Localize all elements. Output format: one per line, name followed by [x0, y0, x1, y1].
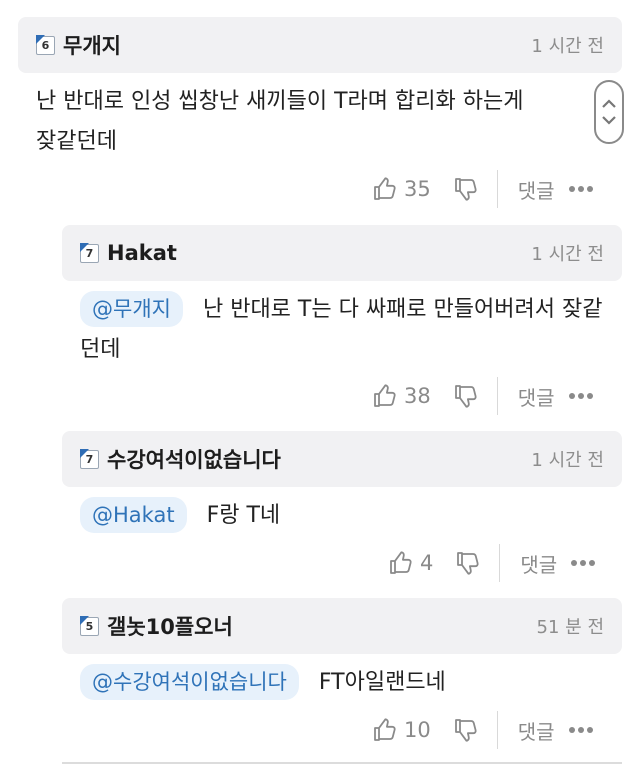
reply-header: 5 갤놋10플오너 51 분 전 [62, 598, 622, 654]
thumbs-down-icon [457, 552, 479, 575]
comment-header: 6 무개지 1 시간 전 [18, 17, 622, 73]
dislike-button[interactable] [453, 383, 479, 409]
comment-actions: 10 댓글 [372, 711, 593, 749]
more-dots-icon[interactable] [571, 560, 596, 566]
comment-actions: 4 댓글 [388, 544, 596, 582]
like-button[interactable]: 10 [372, 717, 431, 743]
chevron-up-icon[interactable] [602, 99, 616, 108]
comment-time: 1 시간 전 [531, 244, 604, 265]
level-badge: 7 [79, 449, 99, 469]
dislike-button[interactable] [453, 176, 479, 202]
thumbs-up-icon [374, 384, 396, 407]
comment-author[interactable]: 무개지 [63, 30, 121, 60]
more-dots-icon[interactable] [568, 727, 593, 733]
thumbs-down-icon [454, 385, 477, 408]
like-count: 35 [404, 177, 431, 201]
more-dots-icon[interactable] [568, 186, 593, 192]
comment-text: @무개지 난 반대로 T는 다 싸패로 만들어버려서 잦같 던데 [80, 290, 625, 370]
thumbs-up-icon [390, 551, 412, 574]
reply-button[interactable]: 댓글 [520, 549, 557, 578]
comment-text: @Hakat F랑 T네 [80, 496, 625, 536]
reply-button[interactable]: 댓글 [518, 716, 555, 745]
comment-author[interactable]: 수강여석이없습니다 [107, 444, 281, 474]
comment-text: 난 반대로 인성 씹창난 새끼들이 T라며 합리화 하는게 잦같던데 [36, 89, 524, 154]
like-button[interactable]: 35 [372, 176, 431, 202]
thumbs-up-icon [374, 177, 396, 200]
reply-header: 7 수강여석이없습니다 1 시간 전 [62, 431, 622, 487]
mention-tag[interactable]: @Hakat [80, 497, 187, 533]
mention-tag[interactable]: @수강여석이없습니다 [80, 664, 299, 700]
like-count: 38 [404, 384, 431, 408]
like-count: 10 [404, 718, 431, 742]
more-dots-icon[interactable] [568, 393, 593, 399]
like-button[interactable]: 4 [388, 550, 433, 576]
like-button[interactable]: 38 [372, 383, 431, 409]
mention-tag[interactable]: @무개지 [80, 291, 183, 327]
dislike-button[interactable] [453, 717, 479, 743]
level-badge: 6 [35, 35, 55, 55]
dislike-button[interactable] [455, 550, 481, 576]
reply-button[interactable]: 댓글 [518, 175, 555, 204]
divider [499, 544, 501, 582]
comment-time: 51 분 전 [536, 617, 604, 638]
thumbs-down-icon [454, 178, 477, 201]
divider [496, 377, 498, 415]
level-badge: 5 [79, 616, 99, 636]
divider [62, 762, 622, 764]
chevron-down-icon[interactable] [602, 116, 616, 125]
comment-text: @수강여석이없습니다 FT아일랜드네 [80, 663, 625, 703]
scroll-control[interactable] [594, 80, 624, 144]
level-badge: 7 [79, 243, 99, 263]
divider [496, 170, 498, 208]
reply-button[interactable]: 댓글 [518, 382, 555, 411]
thumbs-up-icon [374, 718, 396, 741]
comment-time: 1 시간 전 [531, 450, 604, 471]
comment-author[interactable]: 갤놋10플오너 [107, 611, 233, 641]
comment-time: 1 시간 전 [531, 36, 604, 57]
comment-author[interactable]: Hakat [107, 241, 177, 265]
like-count: 4 [420, 551, 434, 575]
comment-actions: 35 댓글 [372, 170, 593, 208]
reply-header: 7 Hakat 1 시간 전 [62, 225, 622, 281]
thumbs-down-icon [454, 719, 477, 742]
divider [496, 711, 498, 749]
comment-actions: 38 댓글 [372, 377, 593, 415]
